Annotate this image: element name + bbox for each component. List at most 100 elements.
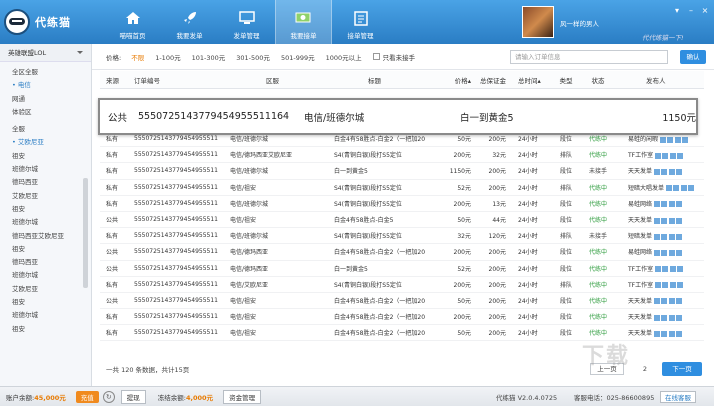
- server-item-selected[interactable]: • 艾欧尼亚: [0, 136, 91, 149]
- col-deposit[interactable]: 总保证金: [474, 75, 512, 85]
- nav-accept-order[interactable]: 我要接单: [275, 0, 332, 44]
- cell-publisher: 易蛙网络: [616, 199, 704, 208]
- avatar[interactable]: [522, 6, 554, 38]
- fund-manage-button[interactable]: 资金管理: [223, 389, 262, 404]
- price-option[interactable]: 1-100元: [155, 52, 180, 62]
- user-panel: 风一样的男人 代代练猫一下! ▾ – ×: [522, 4, 714, 44]
- col-type[interactable]: 类型: [552, 75, 580, 85]
- table-row[interactable]: 公共 5550725143779454955511164 电信/德玛西亚 白金4有58…: [100, 244, 704, 261]
- cell-source: 私有: [106, 200, 119, 208]
- server-item[interactable]: 全服: [0, 123, 91, 136]
- region-item-selected[interactable]: • 电信: [0, 79, 91, 92]
- cell-type: 段位: [559, 249, 572, 257]
- rocket-icon: [181, 10, 199, 26]
- cell-deposit: 200元: [488, 168, 506, 176]
- col-source[interactable]: 来源: [100, 75, 132, 85]
- table-row[interactable]: 私有 5550725143779454955511164 电信/艾欧尼亚 S4(青铜白…: [100, 277, 704, 293]
- nav-accept-manage[interactable]: 接单管理: [332, 0, 389, 44]
- table-row[interactable]: 私有 5550725143779454955511164 电信/班德尔城 S4(青铜白…: [100, 228, 704, 245]
- balance-label: 账户余额:: [6, 393, 35, 402]
- rating-square-icon: [661, 201, 668, 208]
- rating-square-icon: [654, 282, 661, 289]
- server-item[interactable]: 祖安: [0, 296, 91, 309]
- close-icon[interactable]: ×: [698, 4, 712, 16]
- rating-square-icon: [667, 136, 674, 143]
- online-service-button[interactable]: 在线客服: [660, 391, 696, 403]
- search-input[interactable]: 请输入订单信息: [510, 50, 668, 64]
- withdraw-button[interactable]: 提现: [120, 389, 146, 404]
- nav-home[interactable]: 喵喵首页: [104, 0, 161, 44]
- server-item[interactable]: 德玛西亚: [0, 256, 91, 269]
- table-body: 私有5550725143779454955511164电信/班德尔城白金4有58…: [100, 131, 704, 342]
- nav-post-manage[interactable]: 发单管理: [218, 0, 275, 44]
- server-item[interactable]: 班德尔城: [0, 216, 91, 229]
- server-item[interactable]: 祖安: [0, 150, 91, 163]
- frozen-label: 冻结余额:: [157, 393, 186, 402]
- table-row[interactable]: 私有 5550725143779454955511164 电信/班德尔城 白一到黄金5…: [100, 163, 704, 180]
- price-option[interactable]: 301-500元: [236, 52, 270, 62]
- row-detail-popup[interactable]: 公共 5550725143779454955511164 电信/班德尔城 白一到…: [98, 98, 698, 135]
- server-item[interactable]: 德玛西亚艾欧尼亚: [0, 230, 91, 243]
- rating-square-icon: [677, 282, 684, 289]
- price-option[interactable]: 101-300元: [192, 52, 226, 62]
- only-not-accepted-checkbox[interactable]: [372, 53, 380, 60]
- col-time[interactable]: 总时间▴: [512, 75, 552, 85]
- price-option-selected[interactable]: 不限: [131, 52, 144, 62]
- cell-status: 代练中: [588, 265, 607, 273]
- server-item[interactable]: 艾欧尼亚: [0, 283, 91, 296]
- cell-type: 段位: [559, 200, 572, 208]
- price-option[interactable]: 1000元以上: [326, 52, 362, 62]
- cell-region: 电信/祖安: [230, 314, 257, 322]
- game-selector[interactable]: 英雄联盟LOL: [0, 44, 91, 62]
- monitor-icon: [238, 10, 256, 26]
- region-item[interactable]: 网通: [0, 93, 91, 106]
- table-row[interactable]: 私有 5550725143779454955511164 电信/祖安 S4(青铜白银)…: [100, 180, 704, 196]
- cell-time: 24小时: [518, 168, 538, 176]
- rating-square-icon: [668, 330, 675, 337]
- col-publisher[interactable]: 发布人: [616, 75, 704, 85]
- table-row[interactable]: 公共 5550725143779454955511164 电信/祖安 白金4有58胜点…: [100, 293, 704, 310]
- price-option[interactable]: 501-999元: [281, 52, 315, 62]
- only-not-accepted-label: 只看未接手: [382, 53, 416, 62]
- cell-order-id: 5550725143779454955511164: [134, 329, 218, 337]
- server-item[interactable]: 班德尔城: [0, 269, 91, 282]
- table-row[interactable]: 公共 5550725143779454955511164 电信/祖安 白金4有58胜点…: [100, 212, 704, 229]
- col-title[interactable]: 标题: [332, 75, 442, 85]
- cell-publisher: 天天发单: [616, 166, 704, 175]
- col-status[interactable]: 状态: [580, 75, 616, 85]
- cell-title: S4(青铜白银)段打S5定位: [334, 184, 402, 192]
- col-price[interactable]: 价格▴: [442, 75, 474, 85]
- server-item[interactable]: 祖安: [0, 243, 91, 256]
- recharge-button[interactable]: 充值: [75, 390, 99, 403]
- col-region[interactable]: 区服: [218, 75, 332, 85]
- refresh-icon[interactable]: ↻: [102, 390, 115, 403]
- cell-status: 代练中: [588, 184, 607, 192]
- cell-type: 排队: [559, 184, 572, 192]
- rating-square-icon: [668, 217, 675, 224]
- server-item[interactable]: 班德尔城: [0, 163, 91, 176]
- region-item[interactable]: 体验区: [0, 106, 91, 119]
- table-row[interactable]: 私有 5550725143779454955511164 电信/祖安 白金4有58胜点…: [100, 309, 704, 326]
- server-item[interactable]: 德玛西亚: [0, 176, 91, 189]
- minimize-icon[interactable]: –: [684, 4, 698, 16]
- table-row[interactable]: 私有 5550725143779454955511164 电信/班德尔城 S4(青铜白…: [100, 196, 704, 212]
- col-order-id[interactable]: 订单编号: [132, 75, 218, 85]
- region-item[interactable]: 全区全服: [0, 66, 91, 79]
- nav-post-order[interactable]: 我要发单: [161, 0, 218, 44]
- rating-square-icon: [668, 233, 675, 240]
- cell-status: 代练中: [588, 136, 607, 144]
- dropdown-icon[interactable]: ▾: [670, 4, 684, 16]
- server-item[interactable]: 班德尔城: [0, 309, 91, 322]
- table-row[interactable]: 公共 5550725143779454955511164 电信/德玛西亚 白一到黄金5…: [100, 261, 704, 277]
- table-row[interactable]: 私有 5550725143779454955511164 电信/德玛西亚艾欧尼亚 S4…: [100, 147, 704, 164]
- cell-title: S4(青铜白银)段打S5定位: [334, 152, 402, 160]
- rating-square-icon: [676, 314, 683, 321]
- sidebar-scrollbar[interactable]: [83, 178, 88, 288]
- cell-type: 段位: [559, 297, 572, 305]
- server-item[interactable]: 祖安: [0, 203, 91, 216]
- username[interactable]: 风一样的男人: [560, 18, 599, 28]
- cell-deposit: 32元: [492, 152, 506, 160]
- server-item[interactable]: 艾欧尼亚: [0, 190, 91, 203]
- server-item[interactable]: 祖安: [0, 323, 91, 336]
- confirm-button[interactable]: 确认: [680, 50, 706, 64]
